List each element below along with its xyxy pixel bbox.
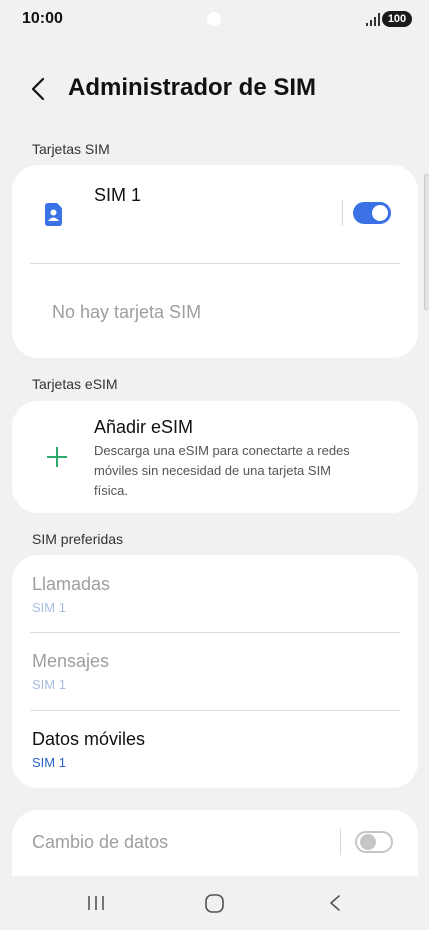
back-button[interactable]	[26, 74, 54, 104]
nav-back-button[interactable]	[320, 888, 350, 918]
plus-icon	[47, 447, 67, 467]
data-switch-title: Cambio de datos	[32, 832, 169, 852]
chevron-left-icon	[31, 77, 45, 101]
navigation-bar	[0, 876, 429, 930]
section-label-sim-cards: Tarjetas SIM	[32, 141, 110, 157]
toggle-divider	[340, 829, 341, 855]
camera-cutout	[207, 12, 221, 26]
battery-icon: 100	[382, 11, 412, 27]
status-bar: 10:00 100	[0, 0, 429, 40]
add-esim-description-line-2: móviles sin necesidad de una tarjeta SIM	[94, 463, 332, 478]
preferred-item-messages[interactable]: Mensajes SIM 1	[12, 633, 418, 710]
scrollbar[interactable]	[424, 174, 429, 310]
divider	[30, 263, 400, 264]
add-esim-description-line-1: Descarga una eSIM para conectarte a rede…	[94, 443, 350, 458]
app-header: Administrador de SIM	[0, 66, 429, 112]
sim1-name: SIM 1	[94, 185, 142, 205]
home-button[interactable]	[200, 888, 230, 918]
calls-value: SIM 1	[32, 600, 66, 615]
sim1-row[interactable]: SIM 1	[12, 165, 418, 263]
sim-contact-icon	[45, 203, 62, 226]
section-label-esim: Tarjetas eSIM	[32, 376, 118, 392]
section-label-preferred-sim: SIM preferidas	[32, 531, 124, 547]
toggle-knob	[360, 834, 376, 850]
calls-title: Llamadas	[32, 574, 111, 594]
add-esim-description-line-3: física.	[94, 483, 128, 498]
preferred-item-mobile-data[interactable]: Datos móviles SIM 1	[12, 711, 418, 788]
sim-cards-card: SIM 1 No hay tarjeta SIM	[12, 165, 418, 358]
recent-apps-button[interactable]	[81, 888, 111, 918]
messages-title: Mensajes	[32, 651, 110, 671]
add-esim-title: Añadir eSIM	[94, 417, 194, 437]
home-icon	[205, 894, 224, 913]
status-time: 10:00	[22, 10, 63, 27]
no-sim-text: No hay tarjeta SIM	[52, 302, 202, 322]
signal-icon	[366, 13, 380, 26]
data-switch-card[interactable]: Cambio de datos	[12, 810, 418, 876]
preferred-item-calls[interactable]: Llamadas SIM 1	[12, 555, 418, 632]
recent-apps-icon	[88, 896, 104, 910]
add-esim-card[interactable]: Añadir eSIM Descarga una eSIM para conec…	[12, 401, 418, 513]
back-icon	[330, 895, 340, 911]
mobile-data-title: Datos móviles	[32, 729, 146, 749]
preferred-sim-card: Llamadas SIM 1 Mensajes SIM 1 Datos móvi…	[12, 555, 418, 788]
toggle-knob	[372, 205, 388, 221]
sim1-toggle[interactable]	[353, 202, 391, 224]
messages-value: SIM 1	[32, 677, 66, 692]
data-switch-toggle[interactable]	[355, 831, 393, 853]
toggle-divider	[342, 200, 343, 226]
mobile-data-value: SIM 1	[32, 755, 66, 770]
page-title: Administrador de SIM	[68, 74, 317, 101]
